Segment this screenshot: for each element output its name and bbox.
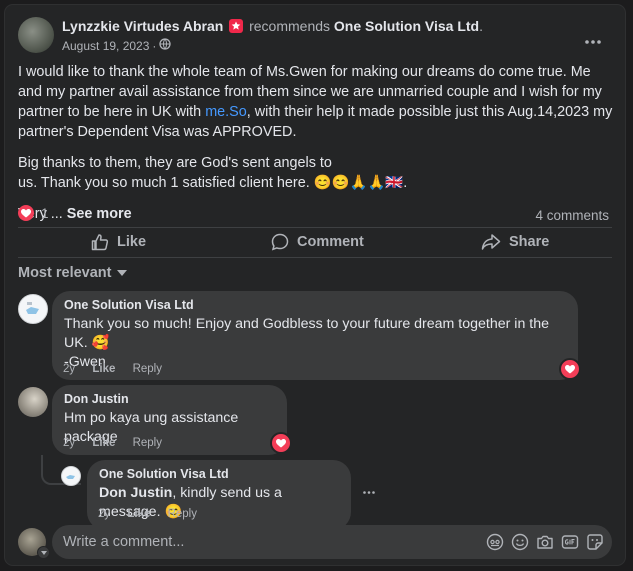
- comment-author[interactable]: Don Justin: [64, 392, 275, 406]
- post-date[interactable]: August 19, 2023: [62, 39, 149, 53]
- sticker-icon[interactable]: [586, 533, 604, 551]
- commenter-avatar[interactable]: [18, 294, 48, 324]
- comment-reply-button[interactable]: Reply: [133, 437, 162, 449]
- gif-icon[interactable]: [561, 533, 579, 551]
- reply-avatar[interactable]: [61, 466, 81, 486]
- love-reaction-icon: [18, 205, 34, 221]
- header-period: .: [479, 18, 483, 34]
- recommends-label: recommends: [249, 18, 331, 34]
- post-paragraph-2: Big thanks to them, they are God's sent …: [18, 155, 408, 191]
- author-name[interactable]: Lynzzkie Virtudes Abran: [62, 18, 223, 34]
- comment-composer[interactable]: Write a comment...: [52, 525, 612, 559]
- comment-button[interactable]: Comment: [271, 233, 364, 251]
- composer-icons: [486, 533, 604, 551]
- comment-icon: [271, 233, 289, 251]
- caret-down-icon: [117, 270, 128, 276]
- comment-input[interactable]: Write a comment...: [63, 534, 184, 550]
- comment-time[interactable]: 2y: [63, 437, 75, 449]
- reply-more-options-icon[interactable]: [363, 481, 375, 499]
- camera-icon[interactable]: [536, 533, 554, 551]
- globe-icon: [159, 38, 172, 53]
- comment-reply-button[interactable]: Reply: [133, 363, 162, 375]
- recommend-icon: [229, 19, 244, 33]
- reaction-count: 1: [41, 205, 49, 221]
- mention-link[interactable]: Don Justin: [99, 485, 172, 501]
- commenter-avatar[interactable]: [18, 387, 48, 417]
- author-avatar[interactable]: [18, 17, 54, 53]
- reply-like-button[interactable]: Like: [127, 508, 150, 520]
- comments-count[interactable]: 4 comments: [535, 208, 609, 223]
- reply-time[interactable]: 2y: [98, 508, 110, 520]
- emoji-icon[interactable]: [511, 533, 529, 551]
- reply-author[interactable]: One Solution Visa Ltd: [99, 467, 339, 481]
- comment-like-button[interactable]: Like: [92, 363, 115, 375]
- post-link[interactable]: me.So: [205, 104, 247, 120]
- comment-love-reaction[interactable]: [270, 432, 292, 454]
- post-card: Lynzzkie Virtudes Abran recommends One S…: [5, 5, 625, 565]
- post-header: Lynzzkie Virtudes Abran recommends One S…: [62, 18, 483, 34]
- comment-time[interactable]: 2y: [63, 363, 75, 375]
- comment-meta: 2y Like Reply: [63, 363, 176, 375]
- reply-meta: 2y Like Reply: [98, 508, 211, 520]
- post-paragraph-3: Very ... See more: [18, 206, 132, 222]
- meta-separator: ·: [152, 38, 157, 53]
- see-more-link[interactable]: See more: [67, 206, 132, 222]
- post-meta: August 19, 2023 ·: [62, 38, 172, 53]
- avatar-dropdown-icon[interactable]: [37, 546, 50, 559]
- divider-top: [18, 227, 612, 228]
- divider-bottom: [18, 257, 612, 258]
- thumbs-up-icon: [91, 234, 109, 251]
- avatar-sticker-icon[interactable]: [486, 533, 504, 551]
- share-icon: [481, 234, 501, 250]
- reactions-summary[interactable]: 1: [18, 205, 49, 221]
- comment-like-button[interactable]: Like: [92, 437, 115, 449]
- more-options-icon[interactable]: [585, 31, 601, 49]
- share-button[interactable]: Share: [481, 233, 549, 251]
- like-button[interactable]: Like: [91, 233, 146, 251]
- comment-author[interactable]: One Solution Visa Ltd: [64, 298, 566, 312]
- comment-meta: 2y Like Reply: [63, 437, 176, 449]
- page-name[interactable]: One Solution Visa Ltd: [334, 18, 479, 34]
- comment-filter[interactable]: Most relevant: [18, 265, 128, 281]
- post-paragraph-1: I would like to thank the whole team of …: [18, 64, 613, 140]
- post-body: I would like to thank the whole team of …: [18, 62, 613, 235]
- reply-reply-button[interactable]: Reply: [168, 508, 197, 520]
- comment-love-reaction[interactable]: [559, 358, 581, 380]
